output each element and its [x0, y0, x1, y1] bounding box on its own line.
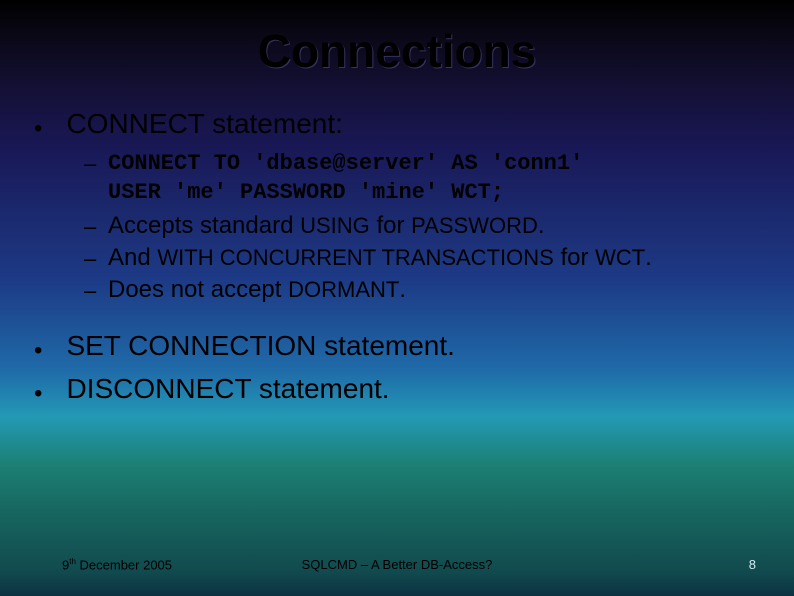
slide-title: Connections [0, 24, 794, 78]
footer-page-number: 8 [749, 557, 756, 572]
sub-bullet-dormant: Does not accept DORMANT. [108, 276, 752, 304]
slide-footer: 9th December 2005 SQLCMD – A Better DB-A… [0, 557, 794, 572]
sub-bullet-and-wct: And WITH CONCURRENT TRANSACTIONS for WCT… [108, 244, 752, 272]
sub-bullet-text: And WITH CONCURRENT TRANSACTIONS for WCT… [108, 244, 652, 271]
slide: Connections CONNECT statement: CONNECT T… [0, 0, 794, 596]
bullet-connect-statement: CONNECT statement: CONNECT TO 'dbase@ser… [62, 108, 752, 322]
sub-bullet-text: Accepts standard USING for PASSWORD. [108, 212, 545, 239]
sub-bullet-accepts: Accepts standard USING for PASSWORD. [108, 212, 752, 240]
sub-bullet-list: CONNECT TO 'dbase@server' AS 'conn1' USE… [62, 149, 752, 304]
bullet-set-connection: SET CONNECTION statement. [62, 330, 752, 365]
bullet-text: SET CONNECTION statement. [66, 330, 454, 361]
sub-bullet-text: Does not accept DORMANT. [108, 276, 406, 303]
bullet-list: CONNECT statement: CONNECT TO 'dbase@ser… [62, 108, 752, 408]
spacer [62, 308, 752, 322]
bullet-text: DISCONNECT statement. [66, 373, 389, 404]
footer-date: 9th December 2005 [62, 557, 172, 572]
code-block: CONNECT TO 'dbase@server' AS 'conn1' USE… [108, 149, 752, 208]
slide-content: CONNECT statement: CONNECT TO 'dbase@ser… [0, 108, 794, 408]
sub-bullet-code: CONNECT TO 'dbase@server' AS 'conn1' USE… [108, 149, 752, 208]
bullet-text: CONNECT statement: [66, 108, 342, 139]
bullet-disconnect: DISCONNECT statement. [62, 373, 752, 408]
